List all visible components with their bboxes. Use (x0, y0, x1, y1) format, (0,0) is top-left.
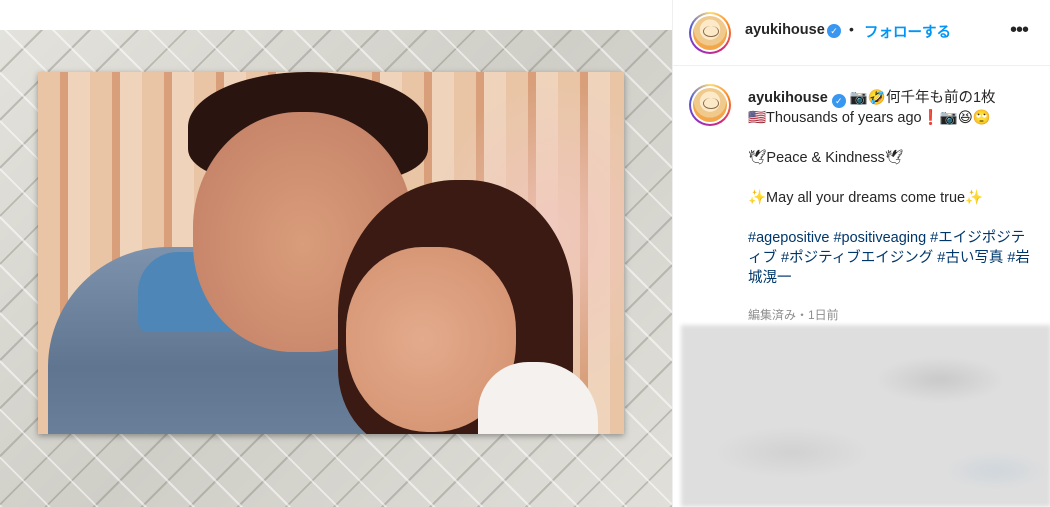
follow-button[interactable]: フォローする (864, 21, 951, 42)
header-username[interactable]: ayukihouse (745, 22, 825, 38)
avatar[interactable] (689, 84, 731, 126)
caption-line-4: ✨May all your dreams come true✨ (748, 190, 984, 206)
caption-line-2: 🇺🇸Thousands of years ago❗📷😆🙄 (748, 110, 991, 126)
more-options-icon[interactable]: ••• (1007, 18, 1031, 42)
verified-badge-icon: ✓ (827, 24, 841, 38)
caption-line-3: 🕊Peace & Kindness🕊 (748, 150, 904, 166)
blurred-comments-area (681, 325, 1050, 507)
photo-image (38, 72, 624, 434)
caption-line-1: 📷🤣何千年も前の1枚 (849, 90, 996, 106)
verified-badge-icon: ✓ (831, 94, 846, 108)
avatar[interactable] (689, 12, 731, 54)
caption-username[interactable]: ayukihouse (748, 90, 828, 106)
hashtag-links[interactable]: #agepositive #positiveaging #エイジポジティブ #ポ… (748, 228, 1038, 288)
post-sidebar: ayukihouse ✓ • フォローする ••• ayukihouse ✓ 📷… (672, 0, 1050, 507)
separator-dot: • (849, 21, 854, 37)
caption-block: ayukihouse ✓ 📷🤣何千年も前の1枚 🇺🇸Thousands of y… (673, 78, 1050, 323)
caption-text: ayukihouse ✓ 📷🤣何千年も前の1枚 🇺🇸Thousands of y… (748, 88, 1038, 288)
edited-timestamp: 編集済み・1日前 (748, 308, 839, 322)
post-header: ayukihouse ✓ • フォローする ••• (673, 0, 1050, 66)
photo-figure (478, 362, 598, 434)
old-photograph (38, 72, 624, 434)
post-media[interactable] (0, 0, 672, 507)
